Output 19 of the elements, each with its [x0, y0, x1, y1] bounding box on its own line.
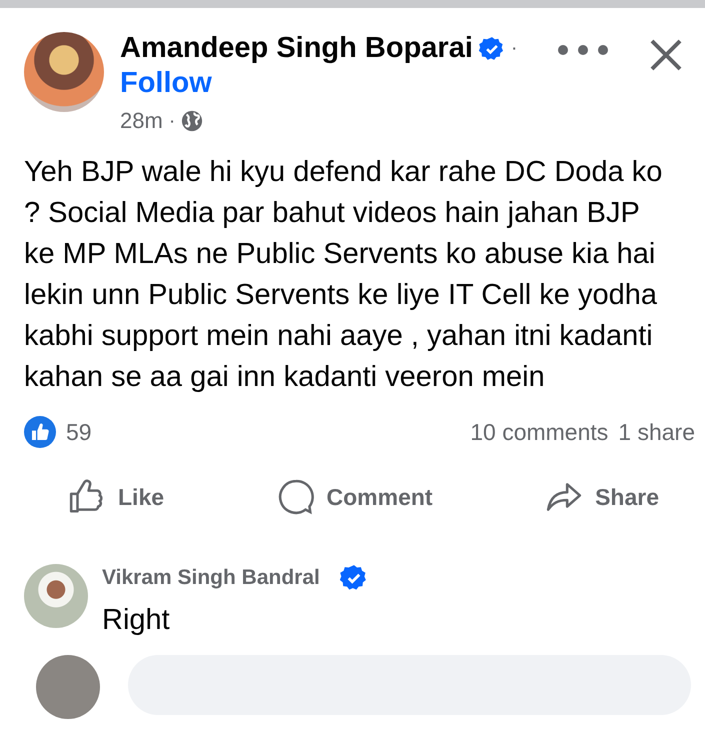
globe-icon: [181, 110, 204, 132]
post-time: 28m: [120, 108, 163, 134]
post-text: Yeh BJP wale hi kyu defend kar rahe DC Doda ko ? Social Media par bahut videos hain jahan BJP ke MP MLAs ne Public Servents ko abuse kia hai lekin unn Public Servents ke liye IT Cell ke yodha kabhi support mein nahi aaye , yahan itni kadanti kahan se aa gai inn kadanti veeron mein: [24, 155, 663, 395]
author-name[interactable]: Amandeep Singh Boparai: [120, 32, 473, 65]
separator-dot: ·: [510, 37, 518, 60]
commenter-name[interactable]: Vikram Singh Bandral: [102, 566, 320, 590]
more-icon: [557, 44, 609, 56]
comment-text: Right: [102, 604, 171, 637]
like-button[interactable]: Like: [68, 478, 164, 516]
comment-button[interactable]: Comment: [276, 478, 433, 516]
shares-count[interactable]: 1 share: [618, 418, 695, 446]
reaction-count[interactable]: 59: [66, 418, 92, 446]
follow-link[interactable]: Follow: [120, 67, 541, 100]
comments-count[interactable]: 10 comments: [470, 418, 608, 446]
speech-bubble-icon: [276, 478, 315, 516]
close-icon: [649, 38, 683, 72]
share-button[interactable]: Share: [545, 478, 659, 516]
separator-dot: ·: [168, 110, 176, 132]
like-reaction-icon: [24, 416, 56, 448]
